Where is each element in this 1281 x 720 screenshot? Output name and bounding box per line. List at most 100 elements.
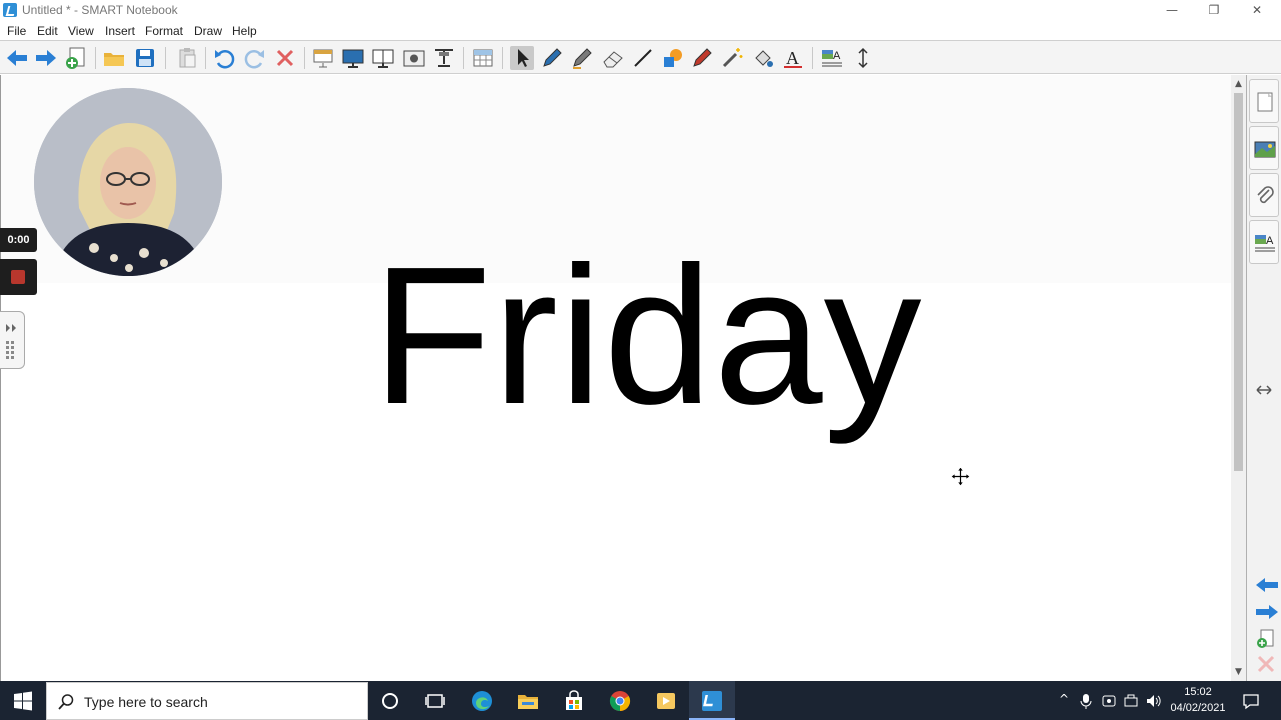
store-icon bbox=[566, 690, 582, 710]
text-tool-icon[interactable]: A bbox=[781, 46, 805, 70]
panel-add-page-icon[interactable] bbox=[1255, 628, 1277, 650]
window-title: Untitled * - SMART Notebook bbox=[22, 3, 178, 17]
line-tool-icon[interactable] bbox=[631, 46, 655, 70]
menu-format[interactable]: Format bbox=[145, 24, 183, 38]
taskbar-search-box[interactable]: Type here to search bbox=[46, 682, 368, 720]
task-view-icon bbox=[425, 694, 445, 708]
screen-shade-icon[interactable] bbox=[311, 46, 335, 70]
smart-notebook-taskbar-button[interactable] bbox=[689, 681, 735, 720]
open-folder-icon[interactable] bbox=[102, 46, 126, 70]
toolbar-separator bbox=[812, 47, 813, 69]
undo-icon[interactable] bbox=[212, 46, 236, 70]
eraser-icon[interactable] bbox=[601, 46, 625, 70]
move-cursor-icon bbox=[950, 466, 971, 487]
start-button[interactable] bbox=[0, 681, 46, 720]
previous-page-icon[interactable] bbox=[5, 46, 29, 70]
search-icon bbox=[57, 693, 75, 711]
menu-help[interactable]: Help bbox=[232, 24, 257, 38]
toolbar-separator bbox=[95, 47, 96, 69]
store-button[interactable] bbox=[551, 681, 597, 720]
notifications-icon[interactable] bbox=[1241, 692, 1261, 710]
fill-icon[interactable] bbox=[751, 46, 775, 70]
clock-date: 04/02/2021 bbox=[1170, 702, 1226, 714]
paste-icon[interactable] bbox=[175, 46, 199, 70]
show-hidden-icons-icon[interactable]: ^ bbox=[1055, 692, 1073, 710]
menu-view[interactable]: View bbox=[68, 24, 94, 38]
microphone-icon[interactable] bbox=[1077, 692, 1095, 710]
network-icon[interactable] bbox=[1122, 692, 1140, 710]
properties-tab[interactable]: A bbox=[1249, 220, 1279, 264]
side-panel: A bbox=[1246, 75, 1281, 681]
svg-text:A: A bbox=[1266, 235, 1274, 247]
smart-notebook-icon bbox=[702, 691, 722, 711]
toolbar-separator bbox=[502, 47, 503, 69]
move-toolbar-icon[interactable] bbox=[851, 46, 875, 70]
panel-next-page-icon[interactable] bbox=[1255, 602, 1279, 622]
redo-icon[interactable] bbox=[243, 46, 267, 70]
page-sorter-tab[interactable] bbox=[1249, 79, 1279, 123]
title-bar: Untitled * - SMART Notebook — ❐ ✕ bbox=[0, 0, 1281, 21]
document-camera-icon[interactable] bbox=[432, 46, 456, 70]
scroll-down-icon[interactable]: ▼ bbox=[1231, 665, 1246, 679]
save-icon[interactable] bbox=[133, 46, 157, 70]
attachments-tab[interactable] bbox=[1249, 173, 1279, 217]
windows-taskbar: Type here to search ^ 15:02 04/02/2021 bbox=[0, 681, 1281, 720]
recording-timer: 0:00 bbox=[0, 228, 37, 252]
folder-icon bbox=[518, 695, 538, 709]
select-tool-icon[interactable] bbox=[510, 46, 534, 70]
media-player-button[interactable] bbox=[643, 681, 689, 720]
menu-bar: File Edit View Insert Format Draw Help bbox=[0, 21, 1281, 40]
menu-draw[interactable]: Draw bbox=[194, 24, 222, 38]
cortana-icon bbox=[382, 693, 398, 709]
delete-icon[interactable] bbox=[273, 46, 297, 70]
gallery-icon bbox=[1254, 141, 1276, 158]
panel-previous-page-icon[interactable] bbox=[1255, 575, 1279, 595]
shapes-icon[interactable] bbox=[661, 46, 685, 70]
pen-icon[interactable] bbox=[540, 46, 564, 70]
chrome-icon bbox=[609, 691, 631, 712]
clock-time: 15:02 bbox=[1184, 686, 1212, 698]
windows-logo-icon bbox=[14, 691, 32, 711]
file-explorer-button[interactable] bbox=[505, 681, 551, 720]
webcam-bubble bbox=[34, 88, 222, 276]
svg-text:A: A bbox=[786, 48, 799, 68]
gallery-tab[interactable] bbox=[1249, 126, 1279, 170]
scrollbar-thumb[interactable] bbox=[1234, 93, 1243, 471]
cortana-button[interactable] bbox=[367, 681, 413, 720]
toolbar-separator bbox=[463, 47, 464, 69]
next-page-icon[interactable] bbox=[34, 46, 58, 70]
properties-panel-icon: A bbox=[1255, 235, 1275, 252]
system-clock[interactable]: 15:02 04/02/2021 bbox=[1166, 684, 1230, 716]
vertical-scrollbar[interactable]: ▲ ▼ bbox=[1231, 75, 1246, 681]
restore-button[interactable]: ❐ bbox=[1192, 0, 1236, 21]
creative-pen-icon[interactable] bbox=[570, 46, 594, 70]
dual-page-icon[interactable] bbox=[371, 46, 395, 70]
menu-file[interactable]: File bbox=[7, 24, 26, 38]
chrome-button[interactable] bbox=[597, 681, 643, 720]
magic-pen-icon[interactable] bbox=[690, 46, 714, 70]
add-page-icon[interactable] bbox=[64, 46, 88, 70]
resize-panel-icon[interactable] bbox=[1255, 383, 1273, 397]
stop-recording-button[interactable] bbox=[0, 259, 37, 295]
panel-delete-page-icon[interactable] bbox=[1256, 654, 1276, 674]
canvas-text-friday[interactable]: Friday bbox=[372, 238, 923, 434]
menu-insert[interactable]: Insert bbox=[105, 24, 135, 38]
scroll-up-icon[interactable]: ▲ bbox=[1231, 77, 1246, 91]
close-button[interactable]: ✕ bbox=[1235, 0, 1279, 21]
menu-edit[interactable]: Edit bbox=[37, 24, 58, 38]
page-sorter-icon bbox=[1257, 92, 1273, 112]
properties-icon[interactable]: A bbox=[820, 46, 844, 70]
wand-icon[interactable] bbox=[720, 46, 744, 70]
task-view-button[interactable] bbox=[412, 681, 458, 720]
toolbar-separator bbox=[205, 47, 206, 69]
volume-icon[interactable] bbox=[1145, 692, 1163, 710]
screen-capture-icon[interactable] bbox=[402, 46, 426, 70]
edge-taskbar-button[interactable] bbox=[459, 681, 505, 720]
floating-tools-handle[interactable] bbox=[0, 311, 25, 369]
minimize-button[interactable]: — bbox=[1150, 0, 1194, 21]
media-player-icon bbox=[657, 693, 675, 709]
meet-now-icon[interactable] bbox=[1100, 692, 1118, 710]
table-icon[interactable] bbox=[471, 46, 495, 70]
toolbar-separator bbox=[304, 47, 305, 69]
full-screen-icon[interactable] bbox=[341, 46, 365, 70]
